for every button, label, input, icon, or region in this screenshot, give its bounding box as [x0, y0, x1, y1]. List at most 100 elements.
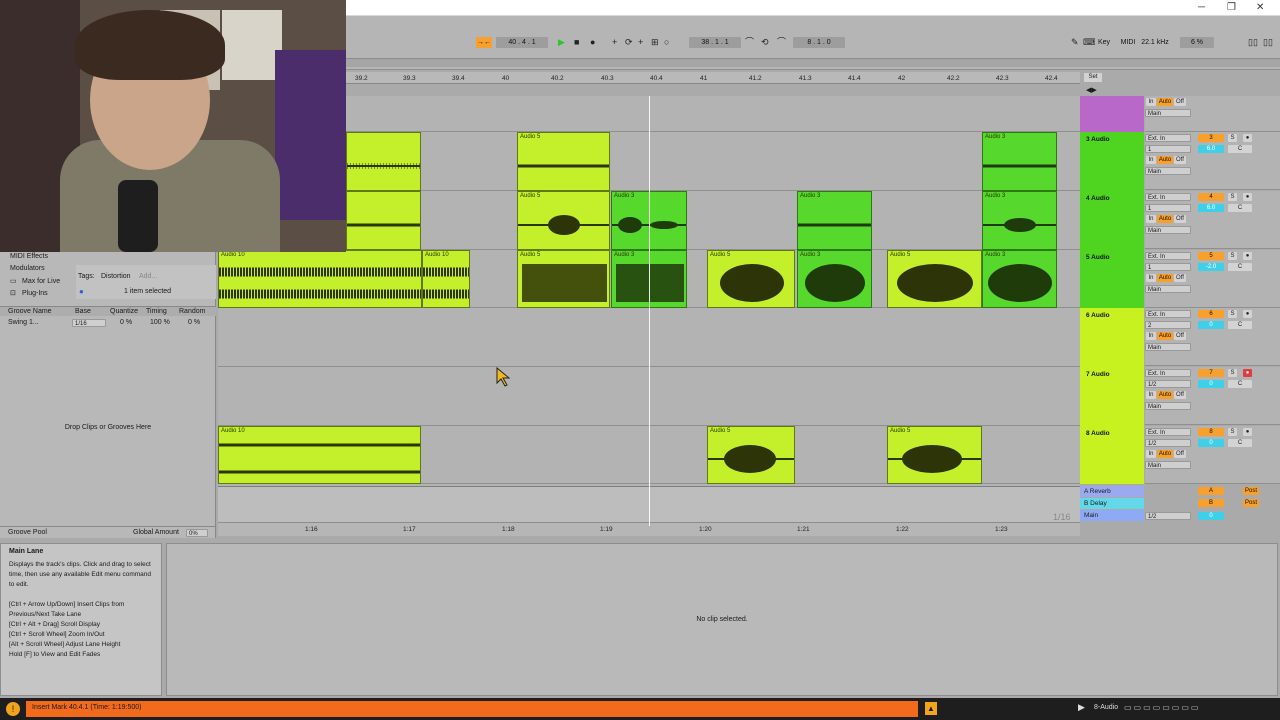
- browser-item-plug-ins[interactable]: Plug-Ins: [22, 290, 48, 297]
- audio-clip[interactable]: Audio 5: [517, 250, 610, 308]
- monitor-auto-button[interactable]: Auto: [1157, 332, 1173, 340]
- track-header-4[interactable]: 4 Audio: [1080, 191, 1144, 250]
- track-activator-button[interactable]: 5: [1198, 252, 1224, 260]
- input-channel-select[interactable]: 1: [1145, 204, 1191, 212]
- track-activator-button[interactable]: 4: [1198, 193, 1224, 201]
- prev-locator-icon[interactable]: ◀▶: [1086, 86, 1097, 94]
- input-channel-select[interactable]: 1: [1145, 263, 1191, 271]
- monitor-off-button[interactable]: Off: [1174, 274, 1186, 282]
- arrangement-overview[interactable]: [345, 58, 1280, 67]
- stop-icon[interactable]: ■: [574, 37, 579, 48]
- pan-field[interactable]: C: [1228, 439, 1252, 447]
- output-select[interactable]: Main: [1145, 402, 1191, 410]
- return-a-post[interactable]: Post: [1243, 487, 1259, 495]
- close-button[interactable]: ✕: [1256, 2, 1264, 13]
- audio-clip[interactable]: Audio 5: [887, 250, 982, 308]
- global-amount-field[interactable]: 0%: [186, 529, 208, 537]
- audio-clip[interactable]: Audio 10: [218, 426, 421, 484]
- arm-button[interactable]: ●: [1243, 369, 1252, 377]
- volume-field[interactable]: 6.0: [1198, 145, 1224, 153]
- follow-button[interactable]: →←: [476, 37, 492, 48]
- beat-time-ruler[interactable]: 39.2 39.3 39.4 40 40.2 40.3 40.4 41 41.2…: [345, 72, 1080, 84]
- track-activator-button[interactable]: 8: [1198, 428, 1224, 436]
- audio-clip[interactable]: [346, 191, 421, 250]
- audio-clip[interactable]: Audio 5: [707, 250, 795, 308]
- monitor-off-button[interactable]: Off: [1174, 156, 1186, 164]
- arm-button[interactable]: ●: [1243, 252, 1252, 260]
- play-clip-icon[interactable]: ▶: [1078, 702, 1085, 713]
- volume-field[interactable]: 0: [1198, 439, 1224, 447]
- audio-clip[interactable]: Audio 3: [797, 191, 872, 250]
- groove-row[interactable]: Swing 1... 1/16 0 % 100 % 0 %: [0, 318, 216, 328]
- input-type-select[interactable]: Ext. In: [1145, 252, 1191, 260]
- groove-quantize[interactable]: 0 %: [120, 319, 132, 326]
- monitor-in-button[interactable]: In: [1146, 156, 1156, 164]
- minimize-button[interactable]: ─: [1198, 2, 1205, 13]
- audio-clip[interactable]: Audio 5: [517, 191, 610, 250]
- monitor-auto-button[interactable]: Auto: [1157, 274, 1173, 282]
- solo-button[interactable]: S: [1228, 369, 1237, 377]
- monitor-in-button[interactable]: In: [1146, 332, 1156, 340]
- warning-icon[interactable]: !: [6, 702, 20, 716]
- track-activator-button[interactable]: 3: [1198, 134, 1224, 142]
- volume-field[interactable]: 6.0: [1198, 204, 1224, 212]
- track-header-6[interactable]: 6 Audio: [1080, 308, 1144, 367]
- volume-field[interactable]: 0: [1198, 321, 1224, 329]
- metronome-icon[interactable]: ○: [664, 37, 669, 48]
- return-a-button[interactable]: A: [1198, 487, 1224, 495]
- monitor-in-button[interactable]: In: [1146, 391, 1156, 399]
- audio-clip[interactable]: Audio 5: [887, 426, 982, 484]
- return-b-post[interactable]: Post: [1243, 499, 1259, 507]
- midi-map-button[interactable]: MIDI: [1118, 37, 1138, 48]
- output-select[interactable]: Main: [1145, 109, 1191, 117]
- arm-button[interactable]: ●: [1243, 193, 1252, 201]
- audio-clip[interactable]: Audio 3: [982, 132, 1057, 191]
- monitor-off-button[interactable]: Off: [1174, 391, 1186, 399]
- tag-distortion[interactable]: Distortion: [101, 273, 131, 280]
- return-b-button[interactable]: B: [1198, 499, 1224, 507]
- song-position-field[interactable]: 40 . 4 . 1: [496, 37, 548, 48]
- solo-button[interactable]: S: [1228, 252, 1237, 260]
- solo-button[interactable]: S: [1228, 134, 1237, 142]
- key-map-button[interactable]: Key: [1095, 37, 1113, 48]
- volume-field[interactable]: 0: [1198, 380, 1224, 388]
- view-switch-icons[interactable]: ▭▭▭▭▭▭▭▭: [1124, 703, 1200, 712]
- top-track-header[interactable]: [1080, 96, 1144, 132]
- input-type-select[interactable]: Ext. In: [1145, 134, 1191, 142]
- monitor-auto-button[interactable]: Auto: [1157, 156, 1173, 164]
- monitor-in-button[interactable]: In: [1146, 450, 1156, 458]
- track-header-3[interactable]: 3 Audio: [1080, 132, 1144, 191]
- solo-button[interactable]: S: [1228, 428, 1237, 436]
- output-select[interactable]: Main: [1145, 343, 1191, 351]
- tag-add[interactable]: Add...: [139, 273, 157, 280]
- monitor-off-button[interactable]: Off: [1174, 332, 1186, 340]
- audio-clip[interactable]: Audio 3: [797, 250, 872, 308]
- main-track-header[interactable]: Main: [1080, 510, 1144, 521]
- monitor-auto-button[interactable]: Auto: [1157, 98, 1173, 106]
- output-select[interactable]: Main: [1145, 461, 1191, 469]
- track-header-5[interactable]: 5 Audio: [1080, 250, 1144, 308]
- track-header-8[interactable]: 8 Audio: [1080, 426, 1144, 484]
- pan-field[interactable]: C: [1228, 263, 1252, 271]
- output-select[interactable]: Main: [1145, 285, 1191, 293]
- output-select[interactable]: Main: [1145, 226, 1191, 234]
- main-volume[interactable]: 0: [1198, 512, 1224, 520]
- restore-button[interactable]: ❐: [1227, 2, 1236, 13]
- loop-length-field[interactable]: 8 . 1 . 0: [793, 37, 845, 48]
- groove-random[interactable]: 0 %: [188, 319, 200, 326]
- track-header-7[interactable]: 7 Audio: [1080, 367, 1144, 426]
- input-type-select[interactable]: Ext. In: [1145, 369, 1191, 377]
- monitor-off-button[interactable]: Off: [1174, 450, 1186, 458]
- monitor-off-button[interactable]: Off: [1174, 215, 1186, 223]
- output-select[interactable]: Main: [1145, 167, 1191, 175]
- main-channel-select[interactable]: 1/2: [1145, 512, 1191, 520]
- pan-field[interactable]: C: [1228, 204, 1252, 212]
- arm-button[interactable]: ●: [1243, 310, 1252, 318]
- audio-clip[interactable]: Audio 3: [982, 191, 1057, 250]
- input-type-select[interactable]: Ext. In: [1145, 193, 1191, 201]
- input-type-select[interactable]: Ext. In: [1145, 310, 1191, 318]
- groove-timing[interactable]: 100 %: [150, 319, 170, 326]
- pan-field[interactable]: C: [1228, 380, 1252, 388]
- track-activator-button[interactable]: 6: [1198, 310, 1224, 318]
- input-channel-select[interactable]: 2: [1145, 321, 1191, 329]
